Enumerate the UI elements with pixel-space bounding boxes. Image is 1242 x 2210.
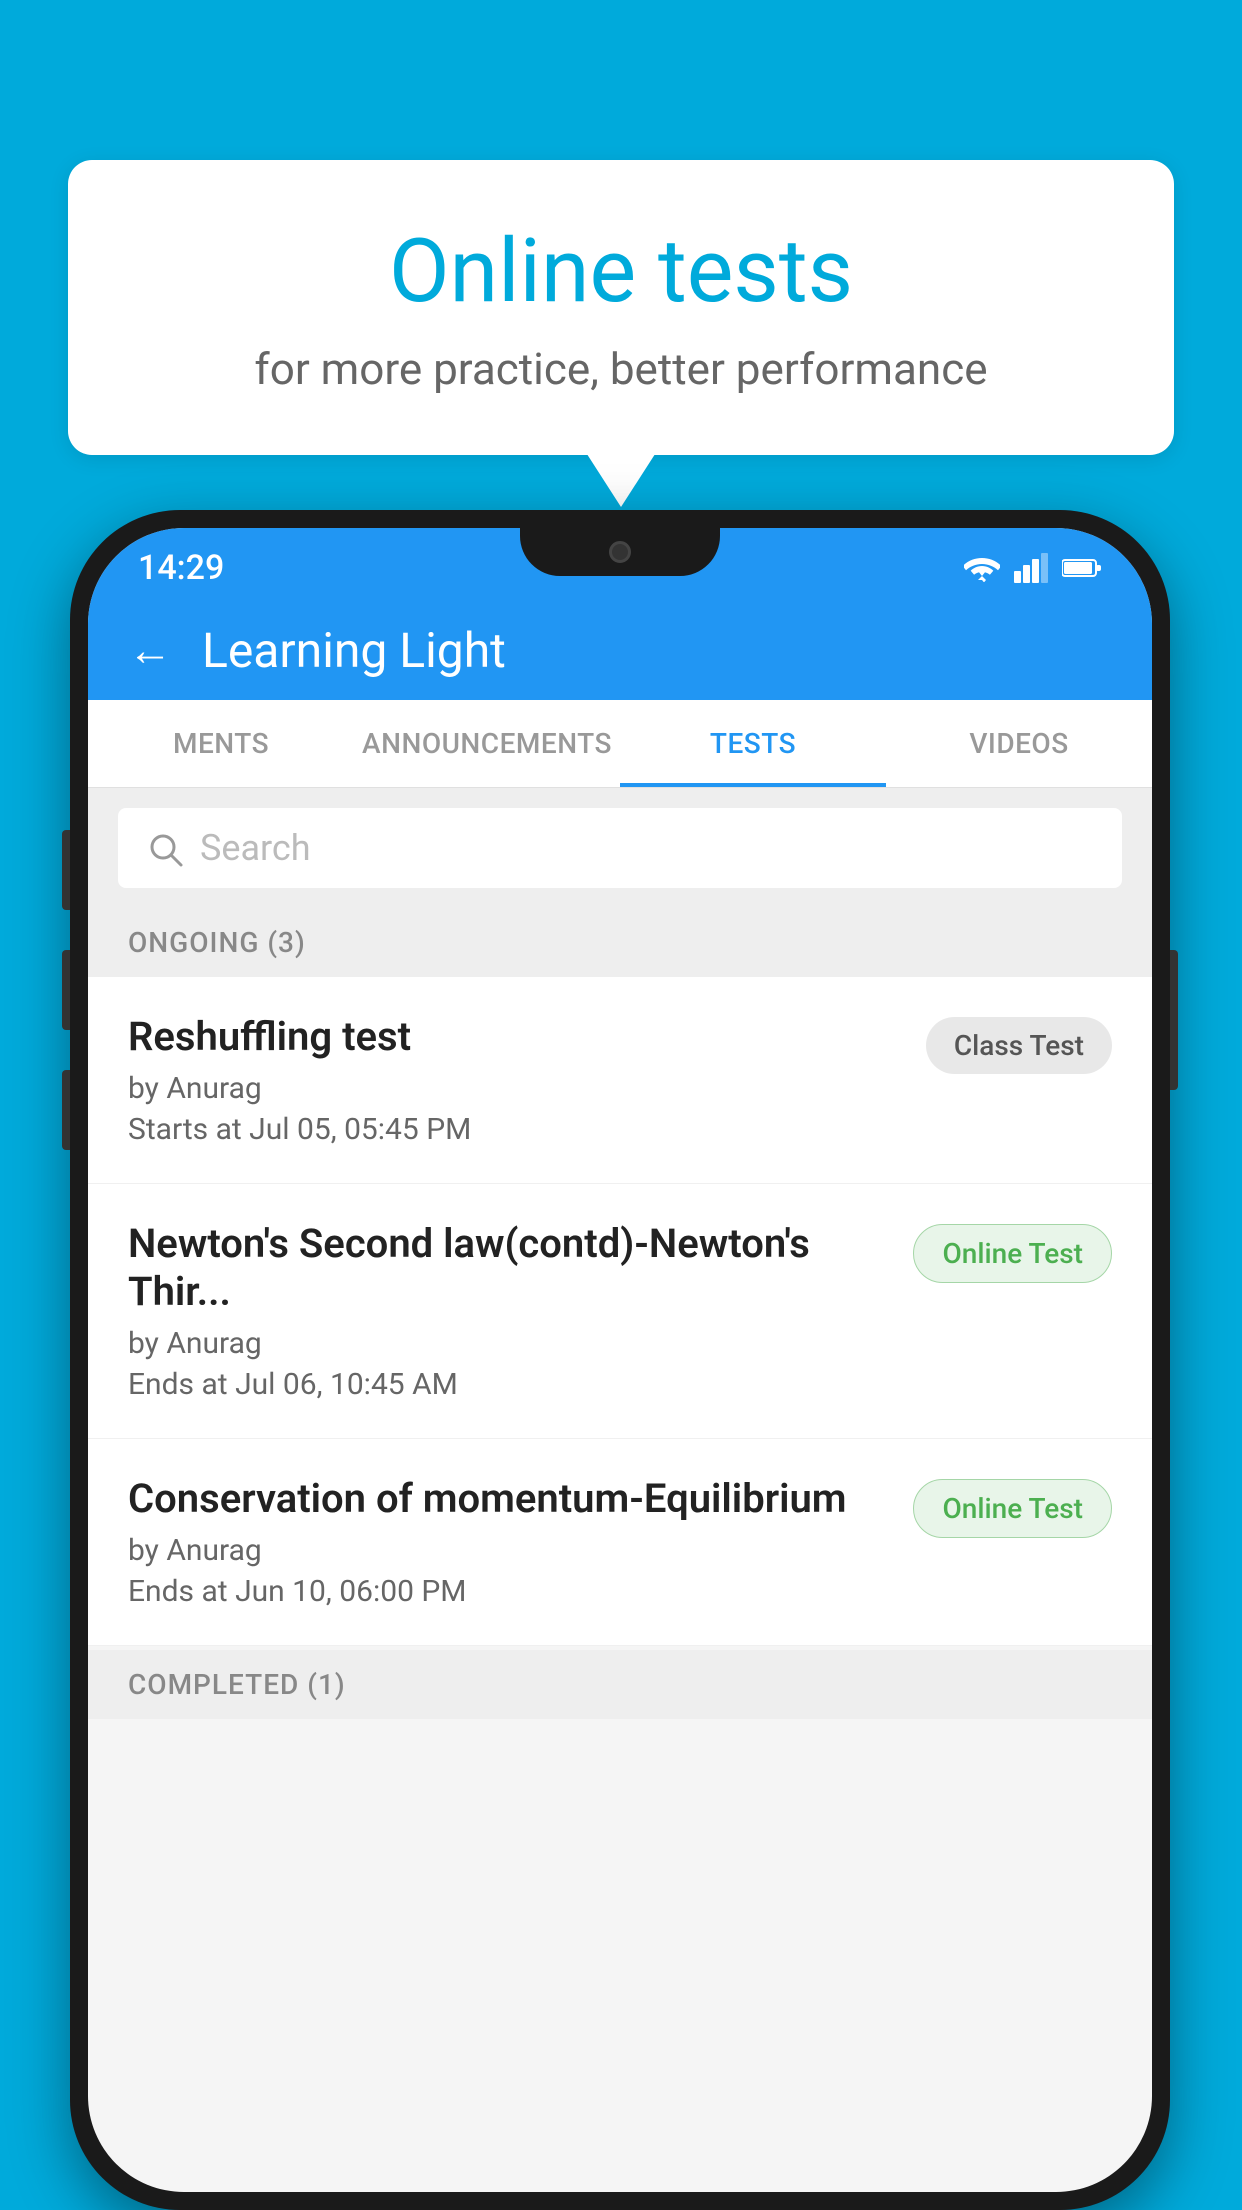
volume-up-button (62, 830, 70, 910)
test-time-2: Ends at Jul 06, 10:45 AM (128, 1367, 893, 1402)
signal-icon (1014, 553, 1048, 583)
search-placeholder: Search (200, 827, 311, 869)
battery-icon (1062, 556, 1102, 580)
app-header: ← Learning Light (88, 600, 1152, 700)
volume-down-button (62, 950, 70, 1030)
tab-announcements[interactable]: ANNOUNCEMENTS (354, 700, 620, 787)
completed-section-header: COMPLETED (1) (88, 1650, 1152, 1719)
phone-mockup: 14:29 (70, 510, 1170, 2210)
bubble-subtitle: for more practice, better performance (148, 343, 1094, 395)
test-time-1: Starts at Jul 05, 05:45 PM (128, 1112, 906, 1147)
test-author-1: by Anurag (128, 1071, 906, 1106)
ongoing-section-header: ONGOING (3) (88, 908, 1152, 977)
test-badge-1: Class Test (926, 1017, 1112, 1074)
test-author-2: by Anurag (128, 1326, 893, 1361)
search-icon (148, 827, 184, 869)
back-button[interactable]: ← (128, 624, 172, 676)
tab-videos[interactable]: VIDEOS (886, 700, 1152, 787)
test-name-2: Newton's Second law(contd)-Newton's Thir… (128, 1220, 893, 1316)
phone-outer: 14:29 (70, 510, 1170, 2210)
phone-notch (520, 528, 720, 576)
test-time-3: Ends at Jun 10, 06:00 PM (128, 1574, 893, 1609)
test-info-3: Conservation of momentum-Equilibrium by … (128, 1475, 913, 1609)
search-bar[interactable]: Search (118, 808, 1122, 888)
phone-screen: 14:29 (88, 528, 1152, 2192)
test-name-3: Conservation of momentum-Equilibrium (128, 1475, 893, 1523)
test-item-3[interactable]: Conservation of momentum-Equilibrium by … (88, 1439, 1152, 1646)
test-info-1: Reshuffling test by Anurag Starts at Jul… (128, 1013, 926, 1147)
tests-list: Reshuffling test by Anurag Starts at Jul… (88, 977, 1152, 1646)
silent-button (62, 1070, 70, 1150)
test-name-1: Reshuffling test (128, 1013, 906, 1061)
tabs-container: MENTS ANNOUNCEMENTS TESTS VIDEOS (88, 700, 1152, 788)
search-container: Search (88, 788, 1152, 908)
bubble-title: Online tests (148, 220, 1094, 323)
test-item-1[interactable]: Reshuffling test by Anurag Starts at Jul… (88, 977, 1152, 1184)
test-item-2[interactable]: Newton's Second law(contd)-Newton's Thir… (88, 1184, 1152, 1439)
status-icons (964, 553, 1102, 583)
tab-tests[interactable]: TESTS (620, 700, 886, 787)
app-title: Learning Light (202, 622, 506, 679)
test-author-3: by Anurag (128, 1533, 893, 1568)
speech-bubble: Online tests for more practice, better p… (68, 160, 1174, 455)
speech-bubble-container: Online tests for more practice, better p… (68, 160, 1174, 455)
test-info-2: Newton's Second law(contd)-Newton's Thir… (128, 1220, 913, 1402)
status-time: 14:29 (138, 548, 224, 588)
wifi-icon (964, 554, 1000, 582)
power-button (1170, 950, 1178, 1090)
test-badge-3: Online Test (913, 1479, 1112, 1538)
tab-ments[interactable]: MENTS (88, 700, 354, 787)
front-camera (609, 541, 631, 563)
test-badge-2: Online Test (913, 1224, 1112, 1283)
